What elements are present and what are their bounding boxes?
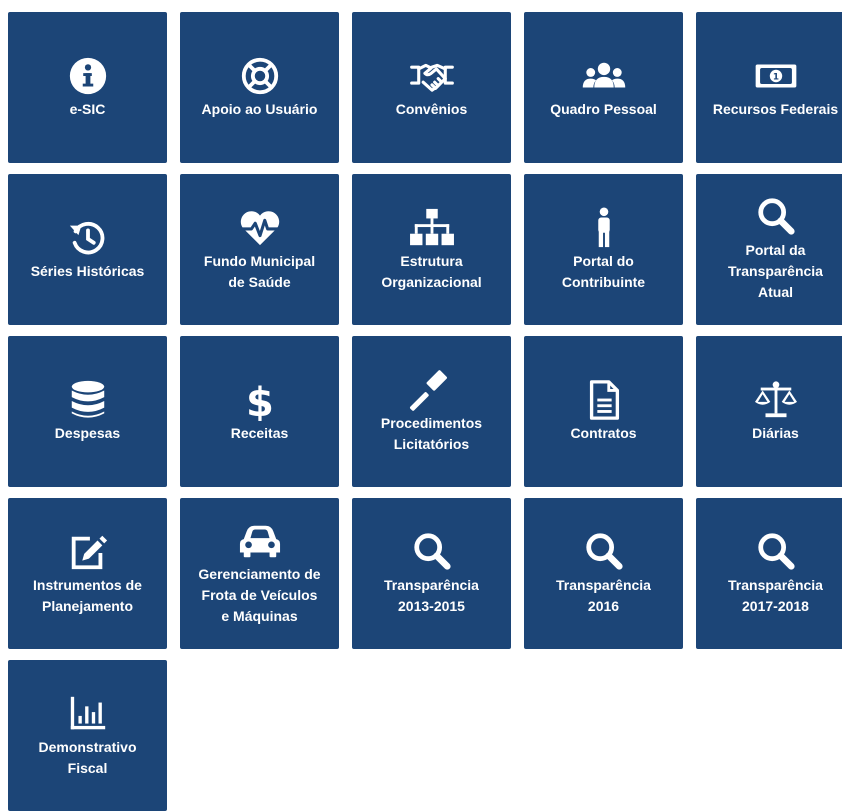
tile-transparencia-2013-2015[interactable]: Transparência 2013-2015 [352,498,511,649]
history-icon [65,217,111,259]
tile-label: Quadro Pessoal [550,101,657,117]
tile-label: Diárias [752,425,799,441]
tile-label: e-SIC [69,101,106,117]
tile-label: Transparência 2017-2018 [728,576,823,614]
tile-label: Portal do Contribuinte [561,252,646,290]
balance-scale-icon [753,379,799,421]
tile-quadro-pessoal[interactable]: Quadro Pessoal [524,12,683,163]
tile-portal-da-transparencia-atual[interactable]: Portal da Transparência Atual [696,174,842,325]
search-icon [409,531,455,573]
tile-instrumentos-de-planejamento[interactable]: Instrumentos de Planejamento [8,498,167,649]
tile-fundo-municipal-de-saude[interactable]: Fundo Municipal de Saúde [180,174,339,325]
sitemap-icon [409,207,455,249]
heartbeat-icon [237,207,283,249]
users-icon [581,55,627,97]
search-icon [581,531,627,573]
tile-label: Demonstrativo Fiscal [38,738,137,776]
money-bill-icon: 1 [753,55,799,97]
tile-label: Contratos [570,425,637,441]
search-icon [753,531,799,573]
tile-gerenciamento-de-frota[interactable]: Gerenciamento de Frota de Veículos e Máq… [180,498,339,649]
tile-diarias[interactable]: Diárias [696,336,842,487]
tile-contratos[interactable]: Contratos [524,336,683,487]
tile-label: Despesas [54,425,121,441]
tile-label: Instrumentos de Planejamento [33,576,142,614]
tile-label: Fundo Municipal de Saúde [203,252,316,290]
tile-label: Apoio ao Usuário [201,101,318,117]
tile-label: Convênios [395,101,468,117]
dollar-icon: $ [237,379,283,421]
info-icon [65,55,111,97]
svg-text:$: $ [246,380,274,421]
tile-label: Recursos Federais [712,101,839,117]
edit-icon [65,531,111,573]
tile-recursos-federais[interactable]: 1 Recursos Federais [696,12,842,163]
tile-convenios[interactable]: Convênios [352,12,511,163]
tile-label: Gerenciamento de Frota de Veículos e Máq… [198,566,321,624]
tile-transparencia-2016[interactable]: Transparência 2016 [524,498,683,649]
tile-label: Receitas [230,425,289,441]
car-icon [237,520,283,562]
tile-label: Transparência 2016 [556,576,651,614]
tile-despesas[interactable]: Despesas [8,336,167,487]
file-icon [581,379,627,421]
tile-e-sic[interactable]: e-SIC [8,12,167,163]
tile-apoio-ao-usuario[interactable]: Apoio ao Usuário [180,12,339,163]
person-icon [581,206,627,249]
tile-estrutura-organizacional[interactable]: Estrutura Organizacional [352,174,511,325]
tile-portal-do-contribuinte[interactable]: Portal do Contribuinte [524,174,683,325]
database-icon [65,379,111,421]
tile-label: Transparência 2013-2015 [384,576,479,614]
tile-transparencia-2017-2018[interactable]: Transparência 2017-2018 [696,498,842,649]
svg-text:1: 1 [772,73,778,83]
tile-label: Portal da Transparência Atual [728,242,823,300]
tile-procedimentos-licitatorios[interactable]: Procedimentos Licitatórios [352,336,511,487]
tile-demonstrativo-fiscal[interactable]: Demonstrativo Fiscal [8,660,167,811]
tile-receitas[interactable]: $ Receitas [180,336,339,487]
tile-label: Séries Históricas [30,263,145,279]
handshake-icon [409,55,455,97]
tile-label: Procedimentos Licitatórios [380,414,483,452]
lifebuoy-icon [237,55,283,97]
tile-series-historicas[interactable]: Séries Históricas [8,174,167,325]
bar-chart-icon [65,693,111,735]
gavel-icon [409,369,455,411]
tile-label: Estrutura Organizacional [381,252,482,290]
search-icon [753,196,799,238]
